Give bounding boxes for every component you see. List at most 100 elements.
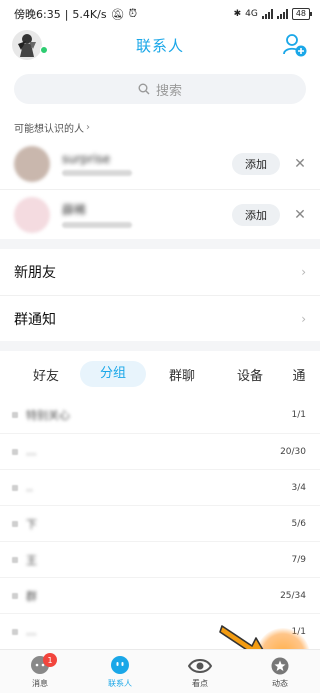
search-input[interactable]: 搜索 [14,74,306,104]
group-notice-row[interactable]: 群通知 › [0,295,320,341]
group-left: .. [12,481,33,494]
tab-group-chats[interactable]: 群聊 [148,365,216,384]
group-left: 下 [12,516,37,532]
new-friends-row[interactable]: 新朋友 › [0,249,320,295]
suggestion-avatar [14,196,50,233]
status-sep: | [64,7,69,21]
group-left: 群 [12,588,37,604]
chevron-right-icon: › [86,122,90,133]
profile-figure-icon [18,34,36,57]
nav-moments-label: 动态 [272,679,288,688]
group-left: 王 [12,552,37,568]
search-placeholder: 搜索 [155,83,182,99]
tab-friends[interactable]: 好友 [12,365,80,384]
suggestion-name: 薛稀 [62,203,87,217]
expand-arrow-icon [12,628,18,635]
nav-moments[interactable]: 动态 [240,650,320,693]
group-row[interactable]: .. 3/4 [0,469,320,505]
group-count: 5/6 [291,518,306,529]
group-left: ... [12,625,37,638]
expand-arrow-icon [12,556,18,563]
new-friends-label: 新朋友 [14,265,56,281]
nav-watch-label: 看点 [192,679,208,688]
group-name: 群 [26,589,37,603]
status-bar: 傍晚6:35 | 5.4K/s 🔕︎ ⏰︎ ✱ 4G 48 [0,0,320,28]
group-name: ... [26,445,37,458]
group-name: .. [26,481,33,494]
expand-arrow-icon [12,592,18,599]
online-status-dot [40,46,48,54]
group-name: ... [26,625,37,638]
suggestion-item[interactable]: 薛稀 添加 ✕ [0,189,320,239]
suggestion-avatar [14,146,50,182]
suggestion-subtext [62,170,132,176]
suggestions-label: 可能想认识的人 [14,124,84,135]
group-count: 20/30 [280,446,306,457]
group-name: 下 [26,517,37,531]
suggestion-item[interactable]: surprise 添加 ✕ [0,139,320,189]
dismiss-close-icon[interactable]: ✕ [294,156,306,172]
group-name: 特别关心 [26,409,70,422]
group-row[interactable]: 王 7/9 [0,541,320,577]
group-row[interactable]: 下 5/6 [0,505,320,541]
bluetooth-icon: ✱ [233,9,242,19]
suggestion-name: surprise [62,152,111,166]
group-list: 特别关心 1/1 ... 20/30 .. 3/4 下 5/6 王 7/9 群 … [0,397,320,649]
alarm-icon: ⏰︎ [128,7,138,20]
network-type: 4G [245,9,258,19]
mute-icon: 🔕︎ [110,7,125,21]
expand-arrow-icon [12,520,18,527]
expand-arrow-icon [12,448,18,455]
suggestion-text: 薛稀 [62,201,232,228]
group-count: 25/34 [280,590,306,601]
signal-icon [261,9,273,19]
nav-contacts-label: 联系人 [108,679,132,688]
expand-arrow-icon [12,412,18,418]
battery-icon: 48 [291,8,313,20]
add-friend-button[interactable]: 添加 [232,153,280,175]
add-contact-button[interactable] [282,32,308,58]
tab-contacts-partial[interactable]: 通 [284,365,314,384]
bottom-navigation: 1 消息 联系人 看点 动态 [0,649,320,693]
top-header: 联系人 [0,28,320,62]
chevron-right-icon: › [301,265,306,279]
suggestion-subtext [62,222,132,228]
tab-devices[interactable]: 设备 [216,365,284,384]
suggestions-header[interactable]: 可能想认识的人 › [0,112,320,139]
section-divider [0,239,320,249]
group-notice-label: 群通知 [14,311,56,328]
star-icon [271,657,289,675]
suggestion-list: surprise 添加 ✕ 薛稀 添加 ✕ [0,139,320,239]
dismiss-close-icon[interactable]: ✕ [294,207,306,223]
add-friend-button[interactable]: 添加 [232,203,280,226]
network-speed: 5.4K/s [72,7,107,21]
search-icon [138,83,150,95]
group-row[interactable]: 群 25/34 [0,577,320,613]
nav-messages-label: 消息 [32,679,48,688]
section-divider [0,341,320,351]
tab-groups[interactable]: 分组 [80,361,146,387]
eye-icon [188,659,212,673]
nav-contacts[interactable]: 联系人 [80,650,160,693]
page-title: 联系人 [135,36,184,55]
group-row[interactable]: 特别关心 1/1 [0,397,320,433]
suggestion-text: surprise [62,152,232,176]
signal-icon-2 [276,9,288,19]
group-row[interactable]: ... 20/30 [0,433,320,469]
nav-messages[interactable]: 1 消息 [0,650,80,693]
unread-badge: 1 [43,653,57,667]
nav-watch[interactable]: 看点 [160,650,240,693]
group-left: ... [12,445,37,458]
contact-tabs: 好友 分组 群聊 设备 通 [0,351,320,397]
group-count: 7/9 [291,554,306,565]
expand-arrow-icon [12,484,18,491]
contact-menu: 新朋友 › 群通知 › [0,249,320,341]
group-left: 特别关心 [12,407,70,423]
avatar[interactable] [12,30,42,60]
group-count: 1/1 [291,410,306,420]
add-person-icon [283,34,307,57]
status-time: 傍晚6:35 [14,8,61,21]
contacts-icon [111,656,129,674]
group-count: 3/4 [291,482,306,493]
group-name: 王 [26,553,37,567]
